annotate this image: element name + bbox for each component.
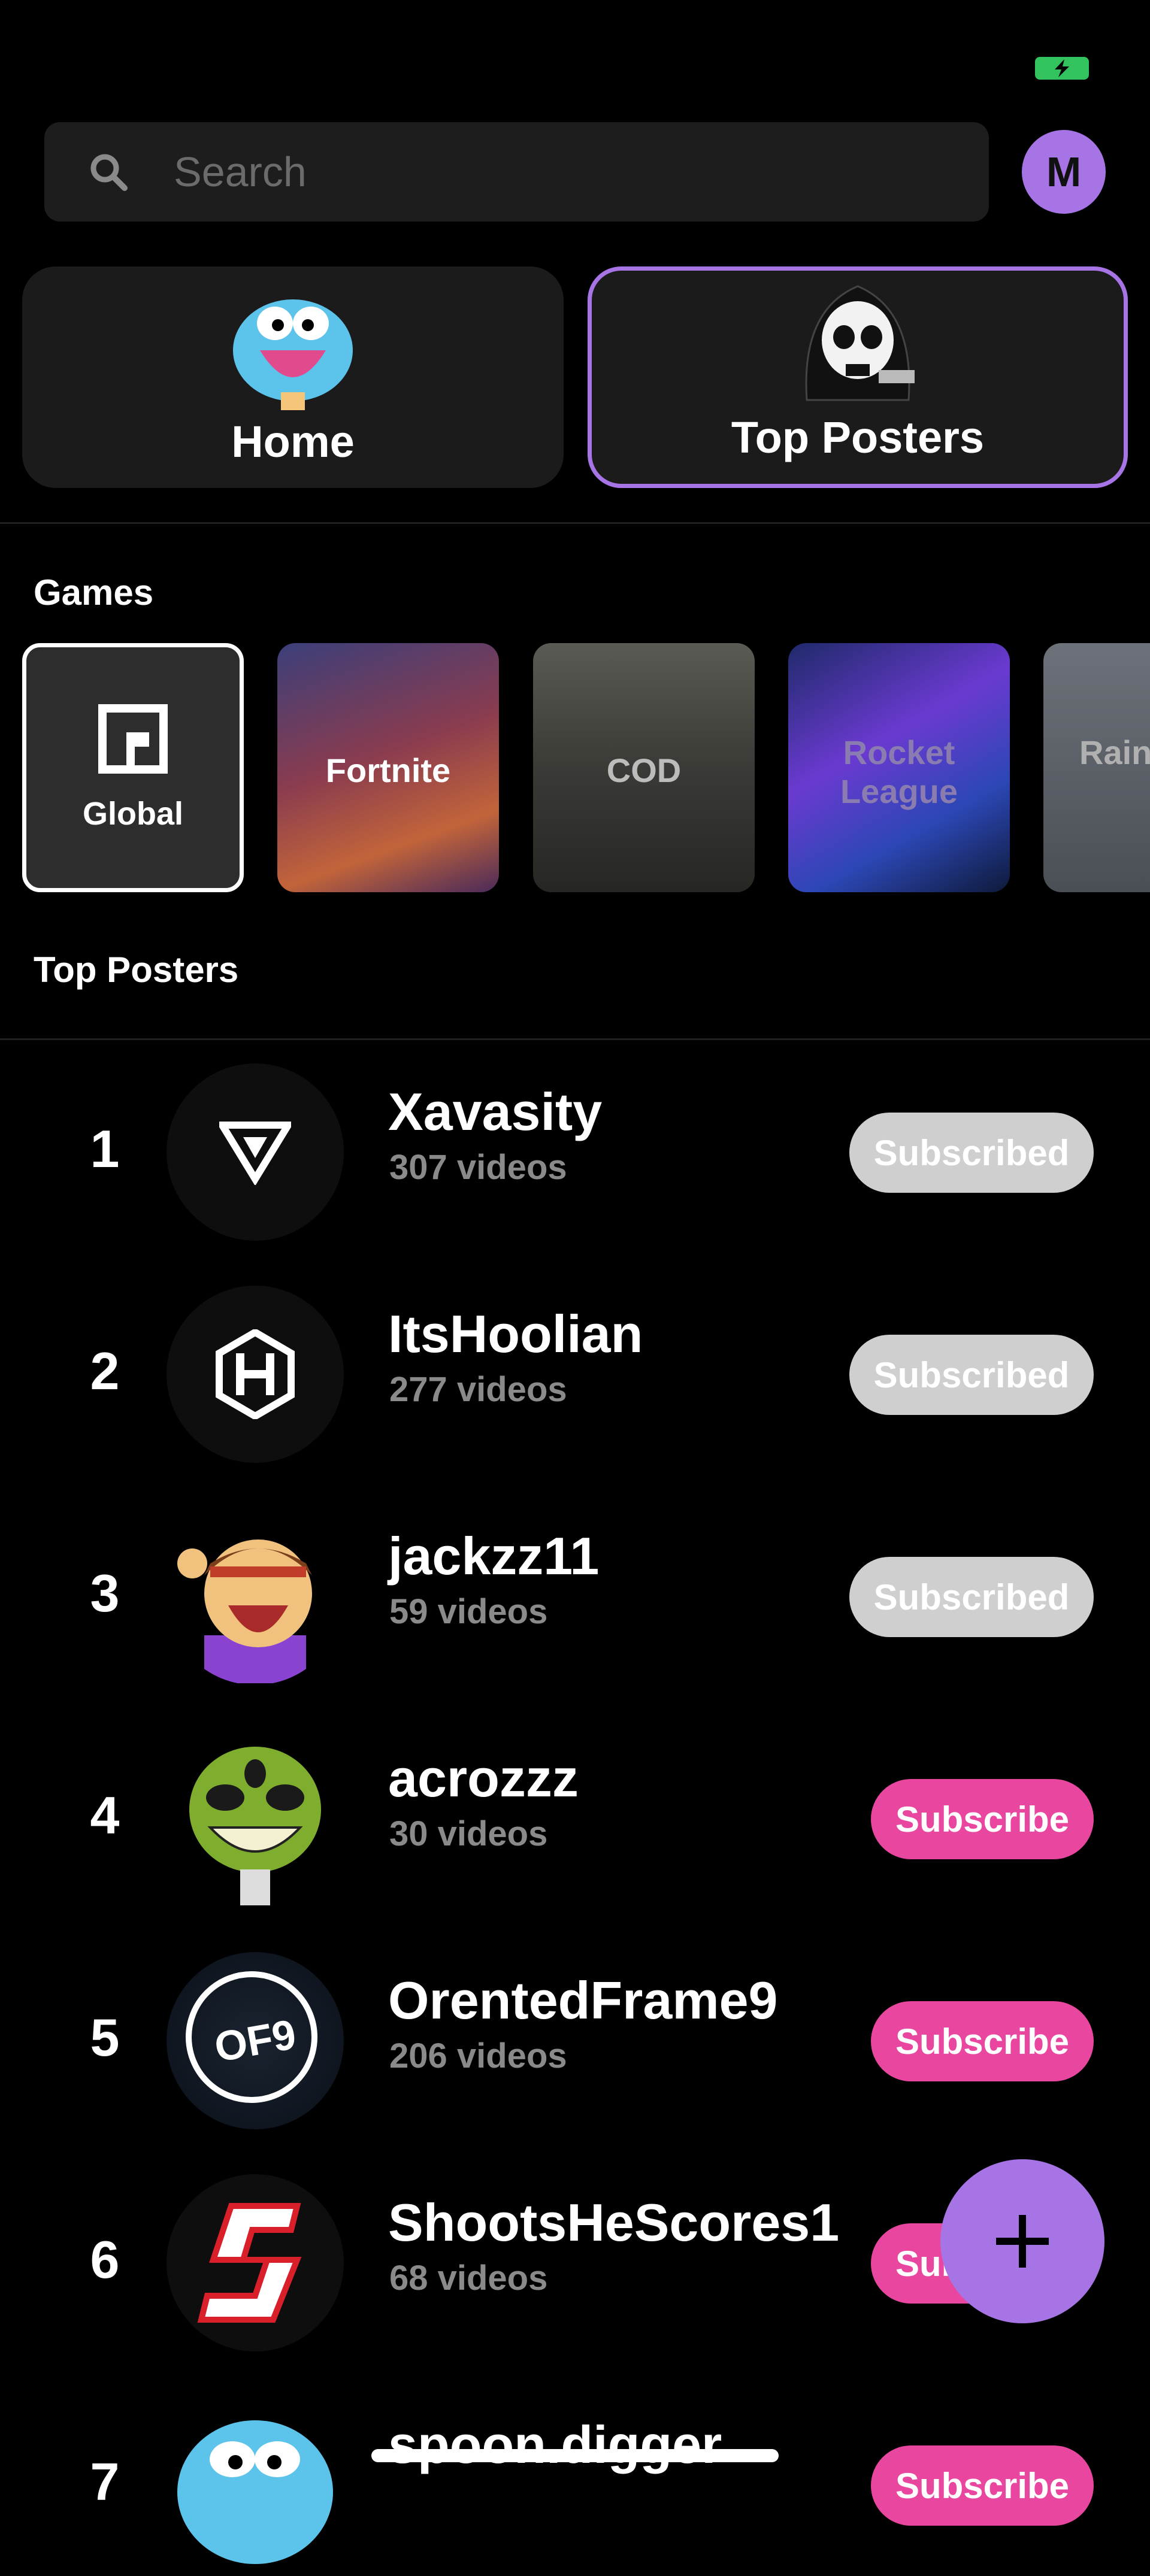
poster-video-count: 30 videos [389, 1814, 548, 1853]
poster-row[interactable]: 3 jackzz11 59 videos Subscribed [0, 1508, 1150, 1687]
subscribe-button[interactable]: Subscribe [871, 1779, 1094, 1859]
poster-name[interactable]: jackzz11 [388, 1526, 599, 1587]
poster-row[interactable]: 4 acrozzz 30 videos Subscribe [0, 1730, 1150, 1910]
subscribed-button[interactable]: Subscribed [849, 1113, 1094, 1193]
xavasity-logo-icon [219, 1122, 291, 1185]
s-logo-icon [197, 2203, 302, 2323]
poster-avatar[interactable]: OF9 [167, 1952, 344, 2129]
game-fortnite[interactable]: Fortnite [277, 643, 499, 892]
subscribed-button[interactable]: Subscribed [849, 1557, 1094, 1637]
poster-avatar[interactable] [167, 2396, 344, 2574]
top-posters-heading: Top Posters [34, 950, 239, 990]
poster-row[interactable]: 5 OF9 OrentedFrame9 206 videos Subscribe [0, 1952, 1150, 2132]
poster-row[interactable]: 7 spoon.digger Subscribe [0, 2396, 1150, 2576]
divider [0, 1038, 1150, 1040]
rank-number: 4 [90, 1786, 120, 1845]
poster-video-count: 307 videos [389, 1148, 567, 1187]
poster-name[interactable]: Xavasity [388, 1081, 602, 1142]
poster-avatar[interactable] [167, 1730, 344, 1907]
game-rocket-league[interactable]: Rocket League [788, 643, 1010, 892]
game-fortnite-label: Fortnite [325, 751, 451, 789]
game-rainbow-six[interactable]: Rainbow Six [1043, 643, 1150, 892]
tab-home[interactable]: Home [22, 266, 564, 488]
poster-avatar[interactable] [167, 2174, 344, 2351]
plus-icon [996, 2215, 1049, 2268]
alien-avatar-icon [189, 1747, 321, 1905]
divider [0, 522, 1150, 524]
search-bar[interactable] [44, 122, 989, 222]
poster-name[interactable]: spoon.digger [388, 2414, 722, 2475]
global-flag-icon [98, 704, 168, 777]
poster-row[interactable]: 2 ItsHoolian 277 videos Subscribed [0, 1286, 1150, 1465]
skull-reaper-icon [789, 274, 927, 406]
profile-avatar[interactable]: M [1022, 130, 1106, 214]
poster-avatar[interactable] [167, 1286, 344, 1463]
game-rocket-league-label: Rocket League [840, 734, 958, 810]
rank-number: 1 [90, 1119, 120, 1178]
home-indicator[interactable] [371, 2449, 779, 2462]
rank-number: 2 [90, 1341, 120, 1401]
poster-name[interactable]: ItsHoolian [388, 1304, 643, 1365]
games-heading: Games [34, 572, 154, 613]
battery-charging-icon [1035, 57, 1089, 80]
tab-home-label: Home [231, 417, 355, 466]
rank-number: 6 [90, 2230, 120, 2289]
game-global-label: Global [82, 795, 183, 832]
rank-number: 7 [90, 2452, 120, 2511]
pepe-avatar-icon [177, 2420, 333, 2564]
poster-name[interactable]: acrozzz [388, 1748, 579, 1809]
tab-top-posters-label: Top Posters [731, 413, 985, 462]
search-icon [87, 151, 129, 193]
poster-video-count: 206 videos [389, 2036, 567, 2075]
tab-top-posters[interactable]: Top Posters [588, 266, 1128, 488]
poster-row[interactable]: 1 Xavasity 307 videos Subscribed [0, 1063, 1150, 1243]
gumball-icon [224, 284, 362, 410]
poster-video-count: 59 videos [389, 1592, 548, 1631]
poster-avatar[interactable] [167, 1508, 344, 1685]
add-post-button[interactable] [940, 2159, 1104, 2323]
game-cod[interactable]: COD [533, 643, 755, 892]
poster-video-count: 68 videos [389, 2259, 548, 2298]
poster-name[interactable]: OrentedFrame9 [388, 1970, 777, 2031]
poster-video-count: 277 videos [389, 1370, 567, 1409]
poster-avatar[interactable] [167, 1063, 344, 1241]
hoolian-logo-icon [216, 1329, 295, 1419]
rank-number: 5 [90, 2008, 120, 2067]
cartoon-avatar-icon [177, 1539, 312, 1683]
subscribe-button[interactable]: Subscribe [871, 2445, 1094, 2526]
subscribe-button[interactable]: Subscribe [871, 2001, 1094, 2081]
subscribed-button[interactable]: Subscribed [849, 1335, 1094, 1415]
game-rainbow-six-label: Rainbow Six [1079, 734, 1150, 771]
rank-number: 3 [90, 1563, 120, 1623]
game-global[interactable]: Global [22, 643, 244, 892]
search-input[interactable] [172, 147, 894, 196]
poster-name[interactable]: ShootsHeScores1 [388, 2192, 839, 2253]
game-cod-label: COD [606, 751, 682, 789]
